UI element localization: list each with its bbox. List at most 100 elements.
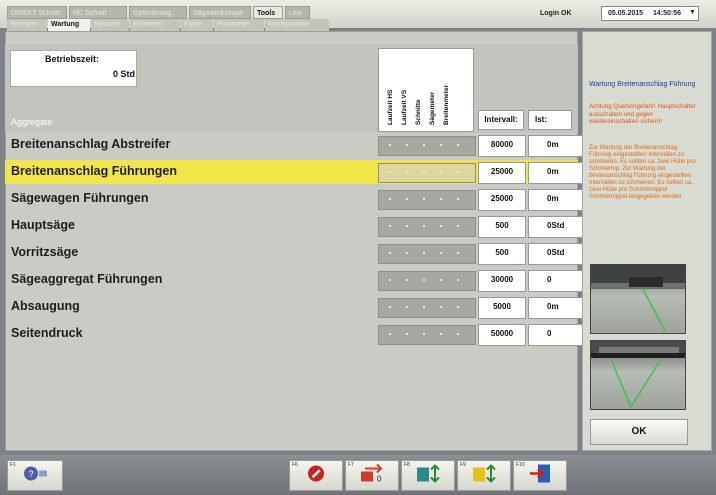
counter-checkbox[interactable] — [457, 279, 459, 281]
counter-checkbox[interactable] — [389, 306, 391, 308]
table-row[interactable]: Seitendruck 50000 0 — [5, 322, 592, 346]
counter-checkbox[interactable] — [389, 171, 391, 173]
counter-type-headers: Laufzeit HS Laufzeit VS Schnitte Sägemet… — [378, 48, 474, 132]
interval-field[interactable]: 80000 — [478, 135, 526, 157]
table-row-selected[interactable]: Breitenanschlag Führungen 25000 0m — [5, 160, 592, 184]
tab-parameter[interactable]: Parameter — [214, 19, 264, 31]
table-row[interactable]: Hauptsäge 500 0Std — [5, 214, 592, 238]
tab-tools[interactable]: Tools — [253, 6, 283, 19]
tab-sprache[interactable]: Sprache — [91, 19, 129, 31]
counter-checkbox[interactable] — [423, 144, 425, 146]
counter-checkbox[interactable] — [423, 279, 425, 281]
counter-checkbox[interactable] — [406, 171, 408, 173]
counter-checkbox[interactable] — [423, 171, 425, 173]
interval-field[interactable]: 50000 — [478, 324, 526, 346]
counter-checkbox[interactable] — [423, 198, 425, 200]
counter-checkbox[interactable] — [440, 171, 442, 173]
counter-checkbox[interactable] — [457, 333, 459, 335]
f6-stop-button[interactable]: F6 — [289, 460, 343, 491]
table-row[interactable]: Breitenanschlag Abstreifer 80000 0m — [5, 133, 592, 157]
tab-farbe[interactable]: Farbe — [181, 19, 213, 31]
tab-saegewerkzeuge[interactable]: Sägewerkzeuge — [189, 6, 251, 19]
tab-optimierung[interactable]: Optimierung — [129, 6, 187, 19]
counter-selector[interactable] — [378, 244, 476, 264]
header-saegemeter: Sägemeter — [429, 91, 436, 125]
counter-checkbox[interactable] — [423, 306, 425, 308]
tab-direkt-schnitt[interactable]: DIREKT Schnitt — [7, 6, 67, 19]
table-row[interactable]: Vorritzsäge 500 0Std — [5, 241, 592, 265]
counter-checkbox[interactable] — [457, 225, 459, 227]
counter-checkbox[interactable] — [406, 252, 408, 254]
svg-text:?: ? — [28, 469, 33, 479]
table-row[interactable]: Sägeaggregat Führungen 30000 0 — [5, 268, 592, 292]
counter-checkbox[interactable] — [440, 144, 442, 146]
counter-checkbox[interactable] — [406, 279, 408, 281]
counter-selector[interactable] — [378, 136, 476, 156]
counter-checkbox[interactable] — [440, 252, 442, 254]
counter-checkbox[interactable] — [406, 306, 408, 308]
counter-checkbox[interactable] — [423, 252, 425, 254]
interval-field[interactable]: 5000 — [478, 297, 526, 319]
edit-table-icon — [471, 463, 497, 488]
row-name: Sägeaggregat Führungen — [11, 272, 163, 286]
tab-einheiten[interactable]: Einheiten — [130, 19, 180, 31]
ok-button[interactable]: OK — [590, 419, 688, 445]
chevron-down-icon[interactable]: ▼ — [689, 9, 696, 16]
key-label: F10 — [516, 462, 525, 468]
counter-selector[interactable] — [378, 271, 476, 291]
interval-field[interactable]: 500 — [478, 216, 526, 238]
header-laufzeit-hs: Laufzeit HS — [387, 89, 394, 125]
counter-checkbox[interactable] — [440, 279, 442, 281]
counter-checkbox[interactable] — [389, 252, 391, 254]
interval-field[interactable]: 25000 — [478, 162, 526, 184]
table-row[interactable]: Sägewagen Führungen 25000 0m — [5, 187, 592, 211]
counter-checkbox[interactable] — [406, 225, 408, 227]
counter-checkbox[interactable] — [389, 198, 391, 200]
counter-checkbox[interactable] — [406, 198, 408, 200]
counter-checkbox[interactable] — [423, 225, 425, 227]
table-row[interactable]: Absaugung 5000 0m — [5, 295, 592, 319]
key-label: F9 — [460, 462, 466, 468]
f9-edit-button[interactable]: F9 — [457, 460, 511, 491]
counter-checkbox[interactable] — [440, 306, 442, 308]
counter-checkbox[interactable] — [389, 333, 391, 335]
ist-header: Ist: — [528, 110, 572, 130]
interval-field[interactable]: 30000 — [478, 270, 526, 292]
counter-selector[interactable] — [378, 217, 476, 237]
info-description: Zur Wartung der Breitenanschlag Führung … — [589, 145, 696, 200]
counter-checkbox[interactable] — [457, 144, 459, 146]
counter-checkbox[interactable] — [457, 306, 459, 308]
counter-selector[interactable] — [378, 190, 476, 210]
f8-sort-button[interactable]: F8 — [401, 460, 455, 491]
interval-field[interactable]: 500 — [478, 243, 526, 265]
sort-icon — [415, 463, 441, 488]
f7-reset-button[interactable]: F7 0 — [345, 460, 399, 491]
counter-checkbox[interactable] — [457, 198, 459, 200]
betriebszeit-value: 0 Std — [112, 69, 135, 79]
counter-checkbox[interactable] — [423, 333, 425, 335]
counter-checkbox[interactable] — [389, 225, 391, 227]
f1-help-button[interactable]: F1 ? — [7, 460, 63, 491]
tab-nc-schnitt[interactable]: NC Schnitt — [69, 6, 127, 19]
counter-checkbox[interactable] — [457, 171, 459, 173]
counter-selector[interactable] — [378, 325, 476, 345]
f10-exit-button[interactable]: F10 — [513, 460, 567, 491]
interval-field[interactable]: 25000 — [478, 189, 526, 211]
counter-checkbox[interactable] — [440, 333, 442, 335]
counter-checkbox[interactable] — [457, 252, 459, 254]
counter-checkbox[interactable] — [440, 225, 442, 227]
counter-checkbox[interactable] — [406, 144, 408, 146]
counter-checkbox[interactable] — [440, 198, 442, 200]
counter-checkbox[interactable] — [389, 144, 391, 146]
counter-checkbox[interactable] — [406, 333, 408, 335]
datetime-dropdown[interactable]: 05.05.2015 14:50:56 — [601, 6, 699, 21]
tab-lexi[interactable]: Lexi — [285, 6, 310, 19]
row-name: Vorritzsäge — [11, 245, 79, 259]
counter-checkbox[interactable] — [389, 279, 391, 281]
tab-reinigen[interactable]: Reinigen — [7, 19, 47, 31]
tab-wartung[interactable]: Wartung — [48, 19, 90, 31]
reset-counter-icon: 0 — [359, 463, 385, 488]
counter-selector[interactable] — [378, 298, 476, 318]
tab-konfiguration[interactable]: Konfiguration — [265, 19, 329, 31]
counter-selector[interactable] — [378, 163, 476, 183]
